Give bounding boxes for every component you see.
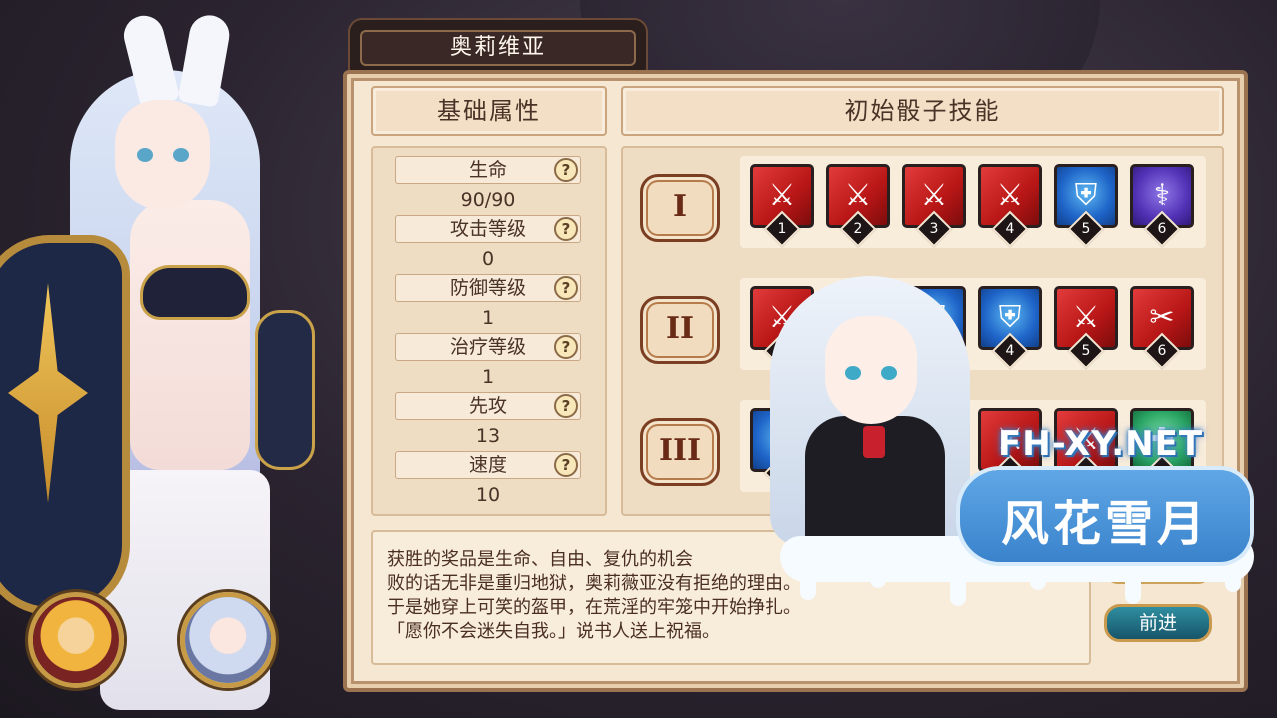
- character-eye-left: [137, 148, 153, 162]
- stat-label: 速度?: [395, 451, 581, 479]
- help-icon[interactable]: ?: [554, 394, 578, 418]
- mascot-face: [825, 316, 917, 424]
- portrait-image: [33, 597, 119, 683]
- die-face-number-text: 6: [1157, 343, 1167, 359]
- snow-drip: [870, 560, 886, 588]
- help-icon[interactable]: ?: [554, 276, 578, 300]
- stats-box: 生命? 90/90 攻击等级? 0 防御等级? 1 治疗等级? 1 先攻? 13 速度? 10: [371, 146, 607, 516]
- stat-value: 0: [481, 248, 495, 270]
- stat-label-text: 生命: [468, 159, 507, 181]
- snow-drip: [1030, 560, 1046, 590]
- character-name: 奥莉维亚: [360, 30, 636, 66]
- help-icon[interactable]: ?: [554, 335, 578, 359]
- die-face-number-text: 5: [1081, 221, 1091, 237]
- dice-skills-header: 初始骰子技能: [621, 86, 1224, 136]
- die-face-number-text: 1: [777, 221, 787, 237]
- character-gauntlet: [255, 310, 315, 470]
- watermark-site: FH-XY.NET: [998, 424, 1204, 464]
- next-button[interactable]: 前进: [1104, 604, 1212, 642]
- base-stats-header: 基础属性: [371, 86, 607, 136]
- character-eye-right: [173, 148, 189, 162]
- tier-badge: III: [640, 418, 720, 486]
- tier-badge: I: [640, 174, 720, 242]
- portrait-olivia[interactable]: [180, 592, 276, 688]
- stat-label: 攻击等级?: [395, 215, 581, 243]
- snow-drip: [1225, 560, 1241, 592]
- stat-value: 10: [475, 484, 501, 506]
- shield-emblem-icon: [8, 283, 88, 503]
- help-icon[interactable]: ?: [554, 158, 578, 182]
- stat-value: 13: [475, 425, 501, 447]
- stat-value: 1: [481, 366, 495, 388]
- stat-label: 生命?: [395, 156, 581, 184]
- stat-value: 90/90: [460, 189, 516, 211]
- snow-drip: [800, 560, 816, 600]
- character-shield: [0, 235, 130, 615]
- die-face-number-text: 5: [1081, 343, 1091, 359]
- die-face-number-text: 4: [1005, 343, 1015, 359]
- character-armor: [140, 265, 250, 320]
- mascot-eye-left: [845, 366, 861, 380]
- snow-drip: [950, 560, 966, 606]
- stat-label: 先攻?: [395, 392, 581, 420]
- die-face-number-text: 4: [1005, 221, 1015, 237]
- help-icon[interactable]: ?: [554, 453, 578, 477]
- stat-label-text: 治疗等级: [449, 336, 526, 358]
- help-icon[interactable]: ?: [554, 217, 578, 241]
- portrait-image: [185, 597, 271, 683]
- stat-label: 治疗等级?: [395, 333, 581, 361]
- stat-label-text: 速度: [468, 454, 507, 476]
- stat-label-text: 攻击等级: [449, 218, 526, 240]
- watermark-mascot: [745, 276, 995, 718]
- tier-badge: II: [640, 296, 720, 364]
- die-face-number-text: 2: [853, 221, 863, 237]
- portrait-blonde-character[interactable]: [28, 592, 124, 688]
- stat-value: 1: [481, 307, 495, 329]
- character-face: [115, 100, 210, 210]
- stat-label: 防御等级?: [395, 274, 581, 302]
- stat-label-text: 先攻: [468, 395, 507, 417]
- die-face-number-text: 3: [929, 221, 939, 237]
- mascot-ribbon: [863, 426, 885, 458]
- stat-label-text: 防御等级: [449, 277, 526, 299]
- watermark-name: 风花雪月: [1000, 496, 1209, 552]
- character-body: [130, 200, 250, 470]
- character-name-tab: 奥莉维亚: [348, 18, 648, 72]
- watermark-banner: 风花雪月: [960, 470, 1250, 562]
- mascot-eye-right: [881, 366, 897, 380]
- die-face-number-text: 6: [1157, 221, 1167, 237]
- snow-drip: [1125, 560, 1141, 604]
